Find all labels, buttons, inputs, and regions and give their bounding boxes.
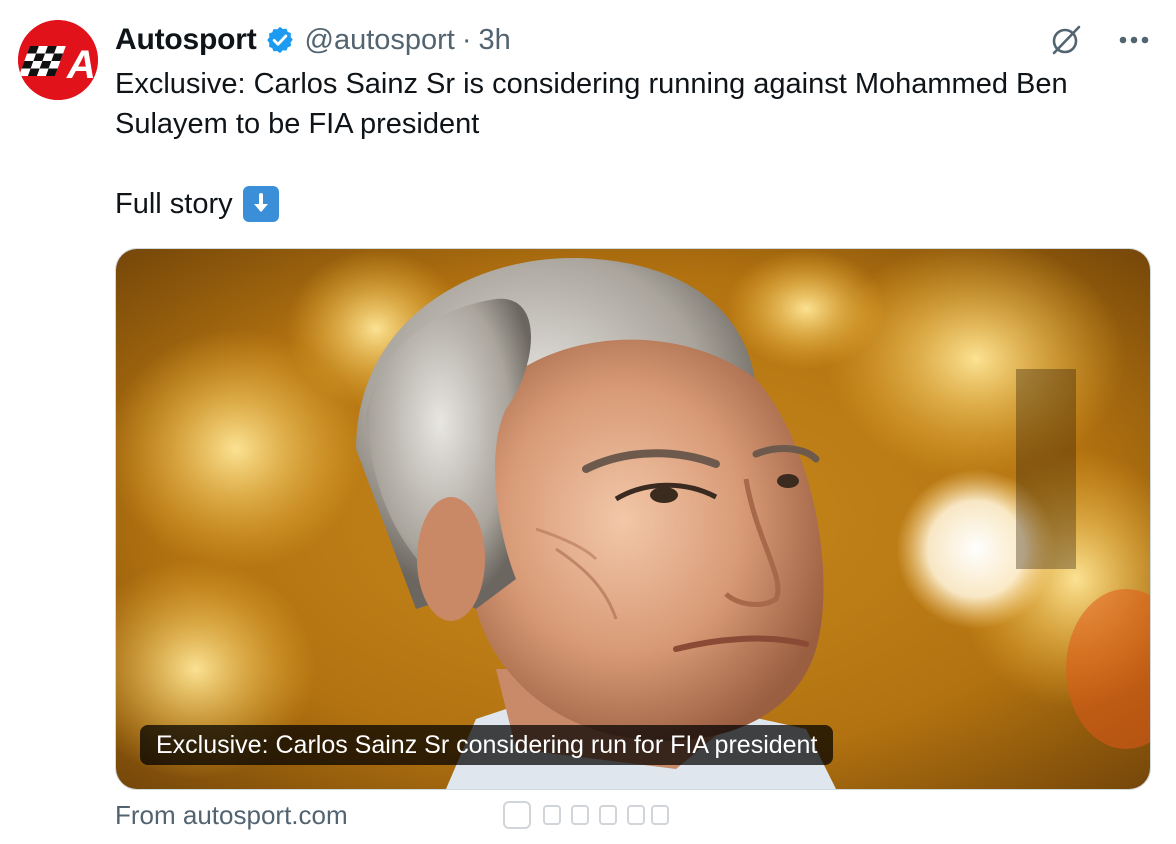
avatar[interactable]: A xyxy=(18,20,98,100)
full-story-label: Full story xyxy=(115,188,233,220)
card-title[interactable]: Exclusive: Carlos Sainz Sr considering r… xyxy=(140,725,834,765)
more-icon[interactable] xyxy=(1114,20,1154,60)
separator-dot: · xyxy=(461,23,472,56)
tweet[interactable]: A Autosport @autosport · 3h Exclusive: C… xyxy=(0,0,1176,844)
tweet-actions xyxy=(1046,20,1154,60)
down-arrow-emoji-icon xyxy=(242,186,279,222)
handle[interactable]: @autosport xyxy=(305,24,455,57)
tweet-header: Autosport @autosport · 3h xyxy=(115,18,511,62)
card-image[interactable] xyxy=(116,249,1150,789)
avatar-letter: A xyxy=(66,43,96,87)
link-card[interactable]: Exclusive: Carlos Sainz Sr considering r… xyxy=(115,248,1151,790)
verified-badge-icon[interactable] xyxy=(265,25,295,55)
timestamp[interactable]: 3h xyxy=(479,24,511,57)
grok-icon[interactable] xyxy=(1046,20,1086,60)
watermark-logo xyxy=(500,796,672,834)
tweet-text-body: Exclusive: Carlos Sainz Sr is considerin… xyxy=(115,68,1068,140)
display-name[interactable]: Autosport xyxy=(115,23,257,57)
full-story-line: Full story xyxy=(115,184,279,224)
tweet-text: Exclusive: Carlos Sainz Sr is considerin… xyxy=(115,64,1145,144)
card-source[interactable]: From autosport.com xyxy=(115,796,348,834)
